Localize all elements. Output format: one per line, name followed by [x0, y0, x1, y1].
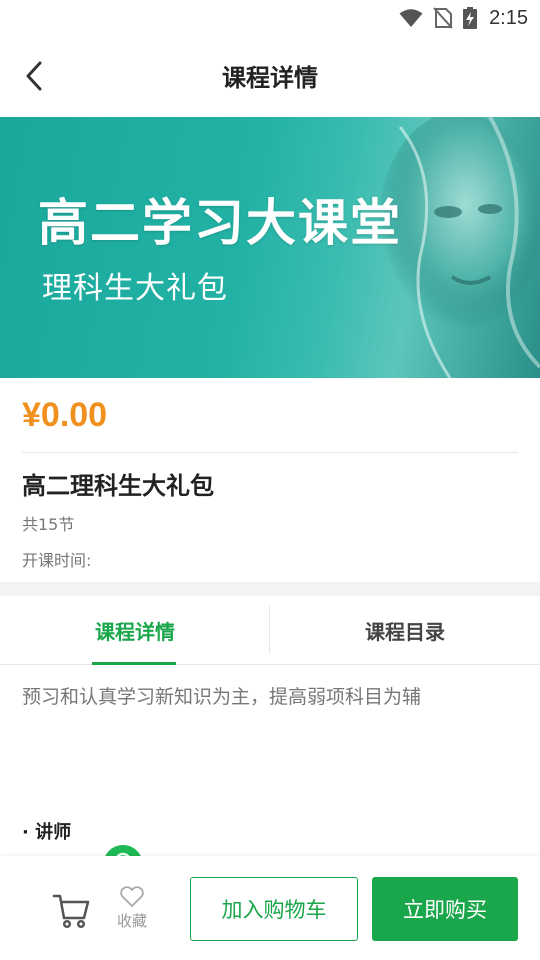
course-price: ¥0.00 [22, 396, 108, 434]
bottom-action-bar: 收藏 加入购物车 立即购买 [0, 856, 540, 960]
add-to-cart-button[interactable]: 加入购物车 [190, 877, 358, 941]
wifi-icon [399, 9, 423, 27]
tab-course-catalog[interactable]: 课程目录 [270, 596, 540, 665]
favorite-label: 收藏 [116, 912, 147, 930]
favorite-button[interactable]: 收藏 [112, 886, 152, 931]
page-title: 课程详情 [222, 64, 318, 92]
course-banner: 高二学习大课堂 理科生大礼包 [0, 117, 540, 378]
status-bar: 2:15 [0, 0, 540, 36]
shopping-cart-icon [52, 894, 90, 929]
banner-subtitle: 理科生大礼包 [42, 271, 228, 306]
status-time: 2:15 [489, 6, 528, 29]
section-separator [0, 582, 540, 596]
navigation-bar: 课程详情 [0, 36, 540, 116]
buy-now-button[interactable]: 立即购买 [372, 877, 518, 941]
start-time-label: 开课时间: [22, 551, 92, 570]
tab-bar: 课程详情 课程目录 [0, 596, 540, 665]
no-sim-icon [433, 7, 453, 29]
course-name: 高二理科生大礼包 [22, 472, 214, 500]
cart-button[interactable] [52, 890, 92, 930]
active-tab-indicator [92, 662, 176, 665]
battery-charging-icon [463, 7, 478, 29]
teacher-heading: · 讲师 [22, 822, 72, 843]
heart-icon [120, 886, 144, 907]
lesson-count: 共15节 [22, 515, 75, 534]
status-icons: 2:15 [399, 6, 528, 30]
divider [22, 452, 518, 453]
tab-course-details[interactable]: 课程详情 [0, 596, 270, 665]
banner-title: 高二学习大课堂 [38, 194, 402, 252]
course-description: 预习和认真学习新知识为主，提高弱项科目为辅 [22, 686, 422, 708]
